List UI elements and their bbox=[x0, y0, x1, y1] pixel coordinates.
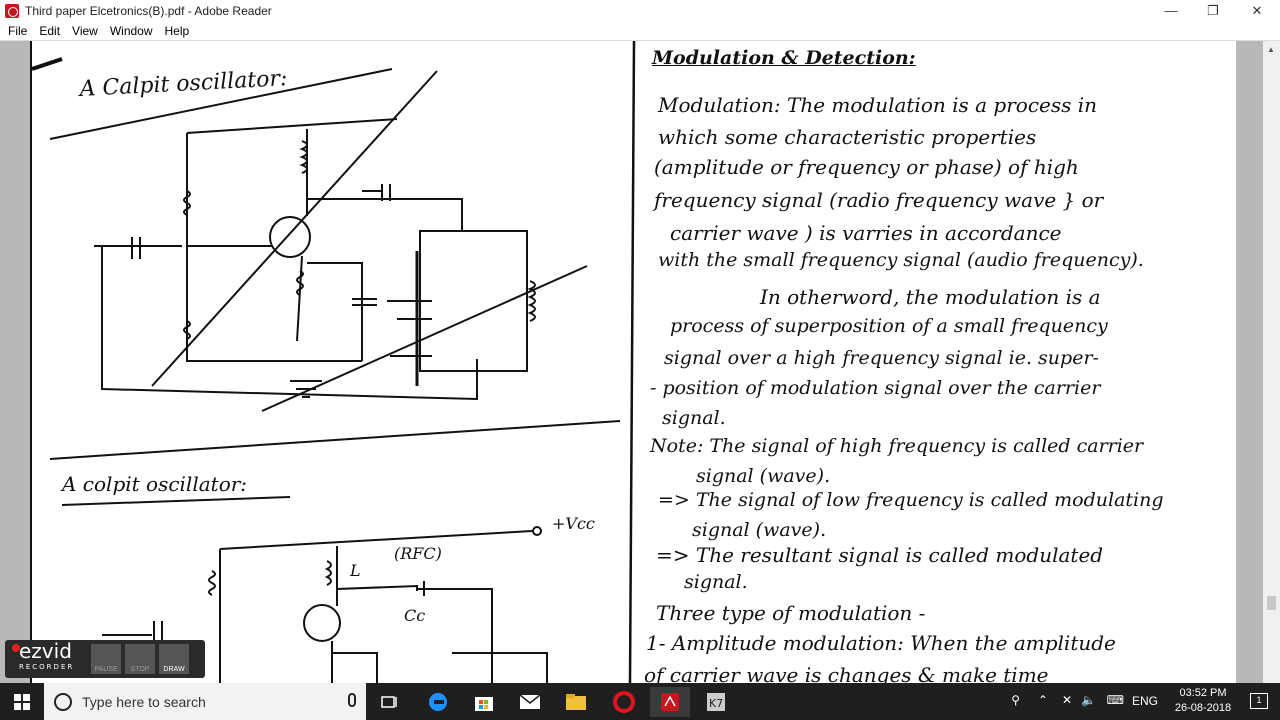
clock-date: 26-08-2018 bbox=[1174, 702, 1232, 714]
pdf-page: A Calpit oscillator: A colpit oscillator… bbox=[30, 41, 1236, 683]
people-icon[interactable]: ⚲ bbox=[1011, 693, 1020, 707]
k7-antivirus-icon[interactable]: K7 bbox=[696, 687, 736, 717]
task-view-icon[interactable] bbox=[370, 687, 410, 717]
ezvid-logo: ezvid RECORDER bbox=[19, 639, 75, 671]
start-button[interactable] bbox=[0, 683, 44, 720]
close-button[interactable]: ✕ bbox=[1234, 0, 1280, 21]
inductor-label: L bbox=[349, 561, 361, 580]
chevron-up-icon[interactable]: ⌃ bbox=[1038, 693, 1048, 707]
language-indicator[interactable]: ENG bbox=[1132, 694, 1158, 708]
mail-icon[interactable] bbox=[510, 687, 550, 717]
record-indicator-icon bbox=[12, 644, 20, 652]
ezvid-recorder-widget: ezvid RECORDER PAUSE STOP DRAW bbox=[5, 640, 205, 678]
menu-bar: File Edit View Window Help bbox=[0, 21, 1280, 41]
menu-view[interactable]: View bbox=[72, 24, 98, 38]
window-titlebar: Third paper Elcetronics(B).pdf - Adobe R… bbox=[0, 0, 1280, 21]
vcc-label: +Vcc bbox=[552, 514, 595, 533]
minimize-button[interactable]: — bbox=[1148, 0, 1194, 21]
scroll-thumb[interactable] bbox=[1267, 596, 1276, 610]
menu-file[interactable]: File bbox=[8, 24, 27, 38]
taskbar-search-box[interactable]: Type here to search bbox=[44, 683, 366, 720]
menu-window[interactable]: Window bbox=[110, 24, 153, 38]
rfc-label: (RFC) bbox=[394, 544, 442, 563]
menu-help[interactable]: Help bbox=[165, 24, 190, 38]
menu-edit[interactable]: Edit bbox=[39, 24, 60, 38]
adobe-reader-icon bbox=[5, 3, 19, 18]
keyboard-icon[interactable]: ⌨ bbox=[1107, 693, 1124, 707]
file-explorer-icon[interactable] bbox=[556, 687, 596, 717]
restore-button[interactable]: ❐ bbox=[1190, 0, 1236, 21]
network-icon[interactable]: ✕ bbox=[1062, 693, 1072, 707]
scroll-up-icon[interactable]: ▲ bbox=[1267, 45, 1275, 54]
store-icon[interactable] bbox=[464, 687, 504, 717]
cap-label: Cc bbox=[404, 606, 425, 625]
taskbar: Type here to search K7 ⚲ ⌃ ✕ 🔈 ⌨ ENG 03:… bbox=[0, 683, 1280, 720]
opera-browser-icon[interactable] bbox=[604, 687, 644, 717]
pause-button[interactable]: PAUSE bbox=[91, 644, 121, 674]
microphone-icon[interactable] bbox=[348, 693, 356, 707]
adobe-reader-taskbar-icon[interactable] bbox=[650, 687, 690, 717]
clock-time: 03:52 PM bbox=[1179, 687, 1227, 699]
draw-button[interactable]: DRAW bbox=[159, 644, 189, 674]
cortana-icon bbox=[54, 692, 72, 711]
action-center-icon[interactable]: 1 bbox=[1250, 693, 1268, 709]
volume-icon[interactable]: 🔈 bbox=[1081, 693, 1096, 707]
windows-logo-icon bbox=[14, 693, 30, 710]
svg-text:K7: K7 bbox=[709, 697, 723, 710]
circuit-diagrams: A Calpit oscillator: A colpit oscillator… bbox=[32, 41, 636, 683]
vertical-scrollbar[interactable]: ▲ bbox=[1263, 41, 1280, 683]
heading-colpit: A colpit oscillator: bbox=[60, 472, 247, 496]
edge-browser-icon[interactable] bbox=[418, 687, 458, 717]
notification-count: 1 bbox=[1256, 695, 1262, 705]
search-placeholder: Type here to search bbox=[82, 693, 206, 710]
system-clock[interactable]: 03:52 PM 26-08-2018 bbox=[1170, 686, 1236, 716]
window-title: Third paper Elcetronics(B).pdf - Adobe R… bbox=[25, 3, 272, 18]
stop-button[interactable]: STOP bbox=[125, 644, 155, 674]
document-viewport[interactable]: A Calpit oscillator: A colpit oscillator… bbox=[0, 41, 1280, 683]
